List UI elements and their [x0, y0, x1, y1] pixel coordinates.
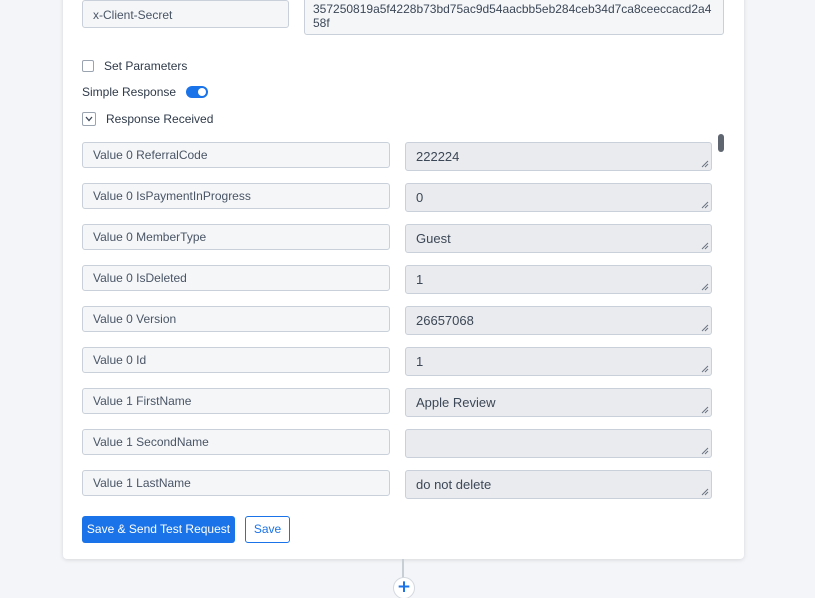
- response-key[interactable]: Value 0 Version: [82, 306, 390, 332]
- resize-grip-icon[interactable]: [701, 488, 709, 496]
- add-step-button[interactable]: +: [393, 577, 415, 598]
- response-value[interactable]: 26657068: [405, 306, 712, 335]
- response-value[interactable]: [405, 429, 712, 458]
- response-value-text: 1: [416, 272, 424, 287]
- resize-grip-icon[interactable]: [701, 324, 709, 332]
- response-value[interactable]: do not delete: [405, 470, 712, 499]
- chevron-down-icon[interactable]: [82, 112, 96, 126]
- resize-grip-icon[interactable]: [701, 447, 709, 455]
- response-row: Value 1 LastName do not delete: [82, 470, 712, 499]
- response-row: Value 1 FirstName Apple Review: [82, 388, 712, 417]
- resize-grip-icon[interactable]: [701, 160, 709, 168]
- response-key[interactable]: Value 1 SecondName: [82, 429, 390, 455]
- set-parameters-checkbox[interactable]: [82, 60, 94, 72]
- response-value-text: 0: [416, 190, 424, 205]
- response-received-option[interactable]: Response Received: [82, 112, 213, 126]
- response-value-text: do not delete: [416, 477, 492, 492]
- response-value[interactable]: 222224: [405, 142, 712, 171]
- response-row: Value 0 Version 26657068: [82, 306, 712, 335]
- response-value-text: Guest: [416, 231, 451, 246]
- response-key[interactable]: Value 0 IsPaymentInProgress: [82, 183, 390, 209]
- response-key[interactable]: Value 1 LastName: [82, 470, 390, 496]
- response-key[interactable]: Value 0 Id: [82, 347, 390, 373]
- response-row: Value 1 SecondName: [82, 429, 712, 458]
- resize-grip-icon[interactable]: [701, 201, 709, 209]
- response-value-text: 222224: [416, 149, 460, 164]
- simple-response-option: Simple Response: [82, 85, 209, 99]
- response-row: Value 0 IsDeleted 1: [82, 265, 712, 294]
- header-key-field[interactable]: x-Client-Secret: [82, 0, 289, 28]
- response-value-text: 26657068: [416, 313, 474, 328]
- save-send-test-button[interactable]: Save & Send Test Request: [82, 516, 235, 543]
- response-value[interactable]: Apple Review: [405, 388, 712, 417]
- resize-grip-icon[interactable]: [701, 242, 709, 250]
- response-row: Value 0 IsPaymentInProgress 0: [82, 183, 712, 212]
- response-value-text: 1: [416, 354, 424, 369]
- response-key[interactable]: Value 0 ReferralCode: [82, 142, 390, 168]
- scrollbar-thumb[interactable]: [718, 134, 724, 152]
- response-value-text: Apple Review: [416, 395, 496, 410]
- response-received-label: Response Received: [106, 112, 214, 126]
- response-value[interactable]: Guest: [405, 224, 712, 253]
- set-parameters-option[interactable]: Set Parameters: [82, 59, 187, 73]
- response-value[interactable]: 1: [405, 347, 712, 376]
- response-key[interactable]: Value 0 MemberType: [82, 224, 390, 250]
- response-row: Value 0 ReferralCode 222224: [82, 142, 712, 171]
- response-key[interactable]: Value 1 FirstName: [82, 388, 390, 414]
- response-row: Value 0 Id 1: [82, 347, 712, 376]
- set-parameters-label: Set Parameters: [104, 59, 188, 73]
- response-list: Value 0 ReferralCode 222224 Value 0 IsPa…: [82, 134, 726, 508]
- resize-grip-icon[interactable]: [701, 365, 709, 373]
- toggle-knob: [198, 88, 207, 96]
- step-connector-line: [402, 559, 404, 579]
- response-value[interactable]: 0: [405, 183, 712, 212]
- response-key[interactable]: Value 0 IsDeleted: [82, 265, 390, 291]
- response-scrollbar[interactable]: [718, 134, 724, 508]
- resize-grip-icon[interactable]: [701, 406, 709, 414]
- response-value[interactable]: 1: [405, 265, 712, 294]
- simple-response-label: Simple Response: [82, 85, 177, 99]
- header-value-field[interactable]: 357250819a5f4228b73bd75ac9d54aacbb5eb284…: [304, 0, 724, 35]
- resize-grip-icon[interactable]: [701, 283, 709, 291]
- response-row: Value 0 MemberType Guest: [82, 224, 712, 253]
- save-button[interactable]: Save: [245, 516, 290, 543]
- simple-response-toggle[interactable]: [186, 86, 209, 98]
